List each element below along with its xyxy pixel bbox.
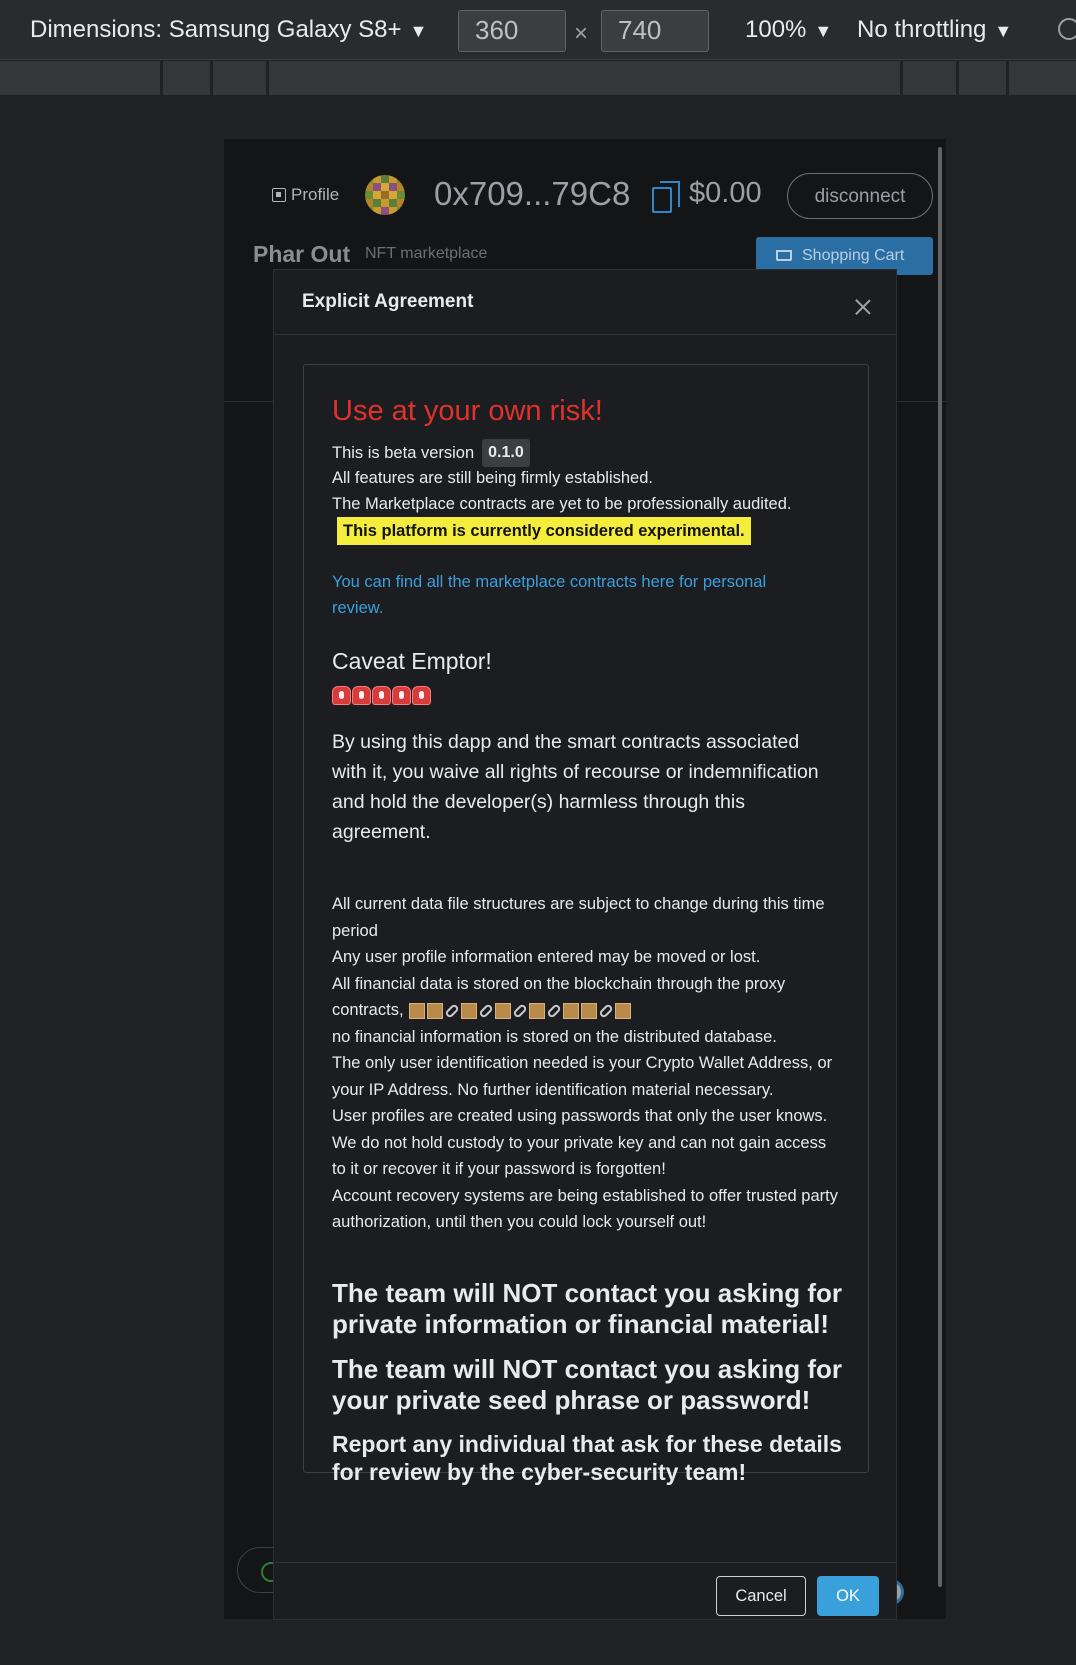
warning-seed-phrase: The team will NOT contact you asking for… bbox=[332, 1354, 842, 1415]
package-icon bbox=[409, 1003, 426, 1020]
device-height-input[interactable]: 740 bbox=[601, 10, 709, 52]
scrollbar[interactable] bbox=[938, 147, 942, 1587]
risk-heading: Use at your own risk! bbox=[332, 395, 603, 427]
profile-link[interactable]: Profile bbox=[272, 185, 339, 205]
disconnect-button[interactable]: disconnect bbox=[787, 173, 933, 219]
siren-icon bbox=[412, 686, 431, 705]
media-query-bar[interactable] bbox=[0, 61, 1076, 95]
dropdown-caret-icon: ▼ bbox=[994, 21, 1013, 41]
ok-button[interactable]: OK bbox=[817, 1576, 879, 1616]
package-icon bbox=[461, 1003, 478, 1020]
brand-subtitle: NFT marketplace bbox=[365, 245, 488, 262]
devtools-device-toolbar: Dimensions: Samsung Galaxy S8+ ▼ 360 × 74… bbox=[0, 0, 1076, 60]
audit-line: The Marketplace contracts are yet to be … bbox=[332, 495, 792, 513]
wallet-address: 0x709...79C8 bbox=[434, 175, 631, 212]
package-icon bbox=[495, 1003, 512, 1020]
wallet-balance: $0.00 bbox=[689, 177, 762, 209]
package-icon bbox=[615, 1003, 632, 1020]
throttling-label: No throttling bbox=[857, 16, 987, 43]
version-badge: 0.1.0 bbox=[482, 439, 530, 467]
link-icon bbox=[546, 1003, 562, 1019]
waiver-text: By using this dapp and the smart contrac… bbox=[332, 731, 819, 843]
device-width-input[interactable]: 360 bbox=[458, 10, 566, 52]
rotate-icon[interactable] bbox=[1058, 18, 1076, 40]
fine-line: User profiles are created using password… bbox=[332, 1107, 828, 1179]
fine-line-with-icons: All financial data is stored on the bloc… bbox=[332, 971, 842, 1024]
siren-icon bbox=[392, 686, 411, 705]
fine-line: Account recovery systems are being estab… bbox=[332, 1186, 838, 1232]
fine-line: All current data file structures are sub… bbox=[332, 895, 825, 940]
link-icon bbox=[444, 1003, 460, 1019]
fine-print: All current data file structures are sub… bbox=[332, 891, 842, 1236]
dropdown-caret-icon: ▼ bbox=[814, 21, 833, 41]
cancel-button[interactable]: Cancel bbox=[716, 1576, 806, 1616]
device-dimensions-dropdown[interactable]: Dimensions: Samsung Galaxy S8+ ▼ bbox=[30, 16, 427, 44]
avatar[interactable] bbox=[365, 175, 405, 215]
fine-line: Any user profile information entered may… bbox=[332, 948, 761, 966]
fine-line: no financial information is stored on th… bbox=[332, 1027, 777, 1046]
agreement-modal: Explicit Agreement Use at your own risk!… bbox=[273, 269, 897, 1620]
contracts-link[interactable]: You can find all the marketplace contrac… bbox=[332, 569, 812, 621]
link-icon bbox=[478, 1003, 494, 1019]
brand-name[interactable]: Phar Out bbox=[253, 241, 350, 268]
report-notice: Report any individual that ask for these… bbox=[332, 1431, 842, 1485]
dimension-separator: × bbox=[574, 20, 589, 47]
profile-label: Profile bbox=[291, 185, 340, 204]
beta-version-line: This is beta version 0.1.0 bbox=[332, 439, 530, 467]
shopping-cart-label: Shopping Cart bbox=[802, 247, 905, 264]
profile-icon bbox=[272, 188, 286, 202]
siren-icon bbox=[372, 686, 391, 705]
experimental-highlight: This platform is currently considered ex… bbox=[337, 517, 751, 545]
package-icon bbox=[563, 1003, 580, 1020]
cart-icon bbox=[776, 250, 792, 261]
copy-icon[interactable] bbox=[652, 181, 680, 213]
modal-title: Explicit Agreement bbox=[302, 291, 474, 312]
throttling-dropdown[interactable]: No throttling ▼ bbox=[857, 16, 1012, 44]
features-line: All features are still being firmly esta… bbox=[332, 469, 653, 487]
siren-icon bbox=[352, 686, 371, 705]
dropdown-caret-icon: ▼ bbox=[409, 21, 428, 41]
device-dimensions-label: Dimensions: Samsung Galaxy S8+ bbox=[30, 16, 402, 43]
link-icon bbox=[598, 1003, 614, 1019]
warning-private-info: The team will NOT contact you asking for… bbox=[332, 1278, 842, 1339]
zoom-label: 100% bbox=[745, 16, 807, 43]
modal-footer-divider bbox=[274, 1562, 896, 1563]
package-chain-icons bbox=[408, 997, 632, 1024]
siren-icon bbox=[332, 686, 351, 705]
beta-prefix: This is beta version bbox=[332, 444, 475, 462]
zoom-dropdown[interactable]: 100% ▼ bbox=[745, 16, 832, 44]
siren-icons bbox=[332, 686, 431, 705]
package-icon bbox=[529, 1003, 546, 1020]
close-icon[interactable] bbox=[854, 298, 872, 316]
modal-header: Explicit Agreement bbox=[274, 270, 896, 335]
agreement-content[interactable]: Use at your own risk! This is beta versi… bbox=[303, 364, 869, 1485]
link-icon bbox=[512, 1003, 528, 1019]
package-icon bbox=[427, 1003, 444, 1020]
caveat-heading: Caveat Emptor! bbox=[332, 648, 492, 674]
fine-line: The only user identification needed is y… bbox=[332, 1054, 833, 1099]
package-icon bbox=[581, 1003, 598, 1020]
